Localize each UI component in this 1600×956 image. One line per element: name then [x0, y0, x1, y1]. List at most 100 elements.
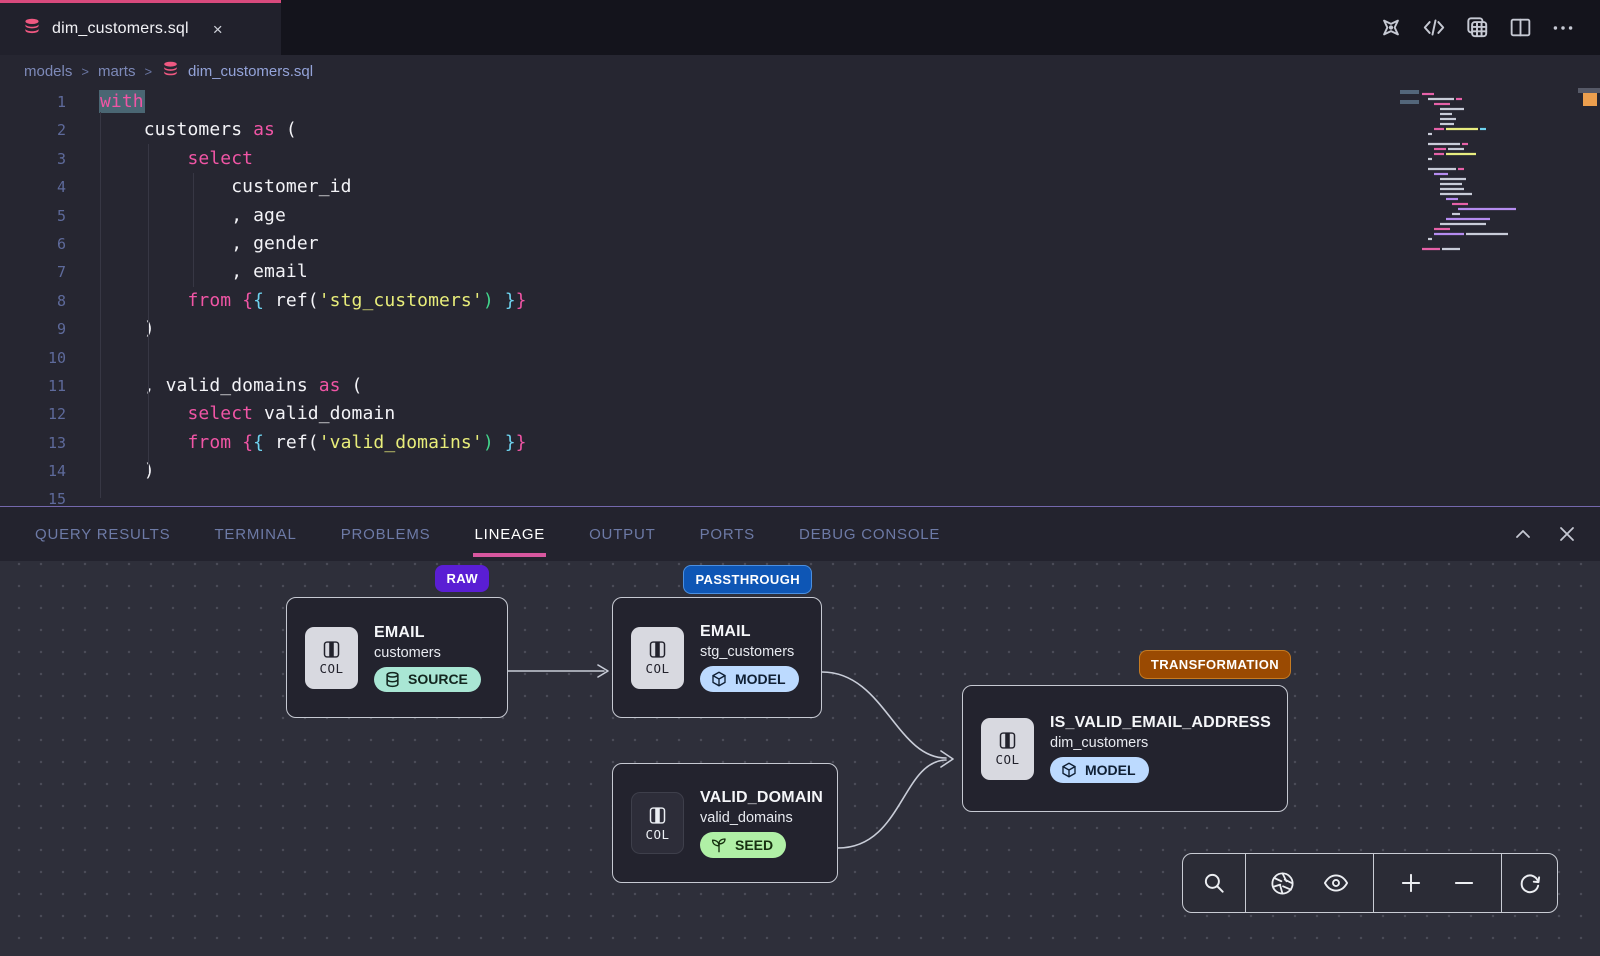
- zoom-in-icon[interactable]: [1394, 866, 1428, 900]
- code-text: customers as (: [100, 116, 297, 144]
- line-number: 6: [0, 230, 100, 258]
- lineage-canvas[interactable]: RAW COLEMAILcustomersSOURCEPASSTHROUGH C…: [0, 561, 1600, 956]
- panel-tab-lineage[interactable]: LINEAGE: [473, 512, 546, 557]
- dbt-power-user-icon[interactable]: [1378, 15, 1404, 41]
- tab-dim-customers-sql[interactable]: dim_customers.sql ×: [0, 0, 281, 55]
- code-line[interactable]: 6 , gender: [0, 230, 1600, 258]
- line-number: 7: [0, 258, 100, 286]
- code-line[interactable]: 10: [0, 344, 1600, 372]
- breadcrumb-item-file[interactable]: dim_customers.sql: [161, 60, 313, 83]
- code-line[interactable]: 14 ): [0, 457, 1600, 485]
- raw-badge: RAW: [435, 565, 489, 592]
- panel-tab-debug-console[interactable]: DEBUG CONSOLE: [798, 512, 941, 557]
- code-text: ): [100, 315, 155, 343]
- node-subtitle: dim_customers: [1050, 735, 1269, 751]
- panel-tab-problems[interactable]: PROBLEMS: [340, 512, 432, 557]
- eye-icon[interactable]: [1319, 866, 1353, 900]
- code-text: from {{ ref('stg_customers') }}: [100, 287, 527, 315]
- copy-table-icon[interactable]: [1464, 15, 1490, 41]
- lineage-node-customers[interactable]: RAW COLEMAILcustomersSOURCE: [286, 597, 508, 718]
- lineage-node-dim_customers[interactable]: TRANSFORMATION COLIS_VALID_EMAIL_ADDRESS…: [962, 685, 1288, 812]
- refresh-icon[interactable]: [1513, 866, 1547, 900]
- toolbar-group: [1373, 854, 1501, 912]
- column-tile: COL: [305, 627, 358, 689]
- node-subtitle: stg_customers: [700, 644, 799, 660]
- editor-actions: [1378, 0, 1600, 55]
- cube-icon: [1060, 761, 1078, 779]
- passthrough-badge: PASSTHROUGH: [683, 565, 812, 594]
- code-text: from {{ ref('valid_domains') }}: [100, 429, 527, 457]
- code-line[interactable]: 4 customer_id: [0, 173, 1600, 201]
- more-actions-icon[interactable]: [1550, 15, 1576, 41]
- panel-tab-ports[interactable]: PORTS: [699, 512, 756, 557]
- code-line[interactable]: 15: [0, 485, 1600, 506]
- code-line[interactable]: 13 from {{ ref('valid_domains') }}: [0, 429, 1600, 457]
- line-number: 13: [0, 429, 100, 457]
- toolbar-group: [1501, 854, 1557, 912]
- line-number: 2: [0, 116, 100, 144]
- line-number: 14: [0, 457, 100, 485]
- panel-tabs: QUERY RESULTS TERMINAL PROBLEMS LINEAGE OUTP…: [34, 512, 941, 557]
- column-tile-label: COL: [319, 661, 343, 676]
- panel-tab-query-results[interactable]: QUERY RESULTS: [34, 512, 171, 557]
- close-tab-icon[interactable]: ×: [213, 21, 223, 38]
- toolbar-group: [1245, 854, 1373, 912]
- minimap-selection-marker: [1400, 90, 1419, 94]
- code-icon[interactable]: [1421, 15, 1447, 41]
- minimap[interactable]: [1420, 88, 1538, 506]
- database-icon: [22, 17, 42, 42]
- code-lines: 1with2 customers as (3 select4 customer_…: [0, 88, 1600, 506]
- breadcrumb-separator: >: [81, 64, 89, 79]
- breadcrumb: models > marts > dim_customers.sql: [0, 55, 1600, 88]
- overview-ruler[interactable]: [1568, 88, 1600, 506]
- code-line[interactable]: 3 select: [0, 145, 1600, 173]
- code-text: with: [100, 88, 144, 116]
- split-editor-icon[interactable]: [1507, 15, 1533, 41]
- transformation-badge: TRANSFORMATION: [1139, 650, 1291, 679]
- lineage-node-stg_customers[interactable]: PASSTHROUGH COLEMAILstg_customersMODEL: [612, 597, 822, 718]
- aperture-icon[interactable]: [1266, 866, 1300, 900]
- node-title: EMAIL: [700, 623, 799, 641]
- search-icon[interactable]: [1197, 866, 1231, 900]
- tab-title: dim_customers.sql: [52, 20, 189, 38]
- code-line[interactable]: 8 from {{ ref('stg_customers') }}: [0, 287, 1600, 315]
- code-line[interactable]: 7 , email: [0, 258, 1600, 286]
- code-text: , email: [100, 258, 308, 286]
- code-line[interactable]: 2 customers as (: [0, 116, 1600, 144]
- source-pill: SOURCE: [374, 667, 481, 692]
- code-line[interactable]: 11 , valid_domains as (: [0, 372, 1600, 400]
- editor-tab-bar: dim_customers.sql ×: [0, 0, 1600, 55]
- column-tile: COL: [631, 627, 684, 689]
- seedling-icon: [710, 836, 728, 854]
- line-number: 11: [0, 372, 100, 400]
- breadcrumb-separator: >: [144, 64, 152, 79]
- line-number: 4: [0, 173, 100, 201]
- code-line[interactable]: 9 ): [0, 315, 1600, 343]
- model-pill: MODEL: [700, 666, 799, 692]
- code-line[interactable]: 1with: [0, 88, 1600, 116]
- indent-guide: [100, 112, 101, 498]
- node-subtitle: valid_domains: [700, 810, 819, 826]
- close-panel-icon[interactable]: [1556, 523, 1578, 545]
- code-text: , gender: [100, 230, 319, 258]
- breadcrumb-item-marts[interactable]: marts: [98, 63, 136, 80]
- breadcrumb-item-models[interactable]: models: [24, 63, 72, 80]
- line-number: 5: [0, 202, 100, 230]
- node-title: EMAIL: [374, 624, 481, 642]
- code-text: customer_id: [100, 173, 352, 201]
- line-number: 15: [0, 485, 100, 506]
- code-line[interactable]: 5 , age: [0, 202, 1600, 230]
- collapse-panel-icon[interactable]: [1512, 523, 1534, 545]
- lineage-node-valid_domains[interactable]: COLVALID_DOMAINvalid_domainsSEED: [612, 763, 838, 883]
- panel-tab-output[interactable]: OUTPUT: [588, 512, 656, 557]
- panel-tab-terminal[interactable]: TERMINAL: [213, 512, 297, 557]
- node-title: IS_VALID_EMAIL_ADDRESS: [1050, 714, 1269, 732]
- seed-pill: SEED: [700, 832, 786, 858]
- lineage-toolbar: [1182, 853, 1558, 913]
- code-text: ): [100, 457, 155, 485]
- code-editor[interactable]: 1with2 customers as (3 select4 customer_…: [0, 88, 1600, 506]
- minimap-selection-marker: [1400, 100, 1419, 104]
- zoom-out-icon[interactable]: [1447, 866, 1481, 900]
- indent-guide: [148, 144, 149, 474]
- code-line[interactable]: 12 select valid_domain: [0, 400, 1600, 428]
